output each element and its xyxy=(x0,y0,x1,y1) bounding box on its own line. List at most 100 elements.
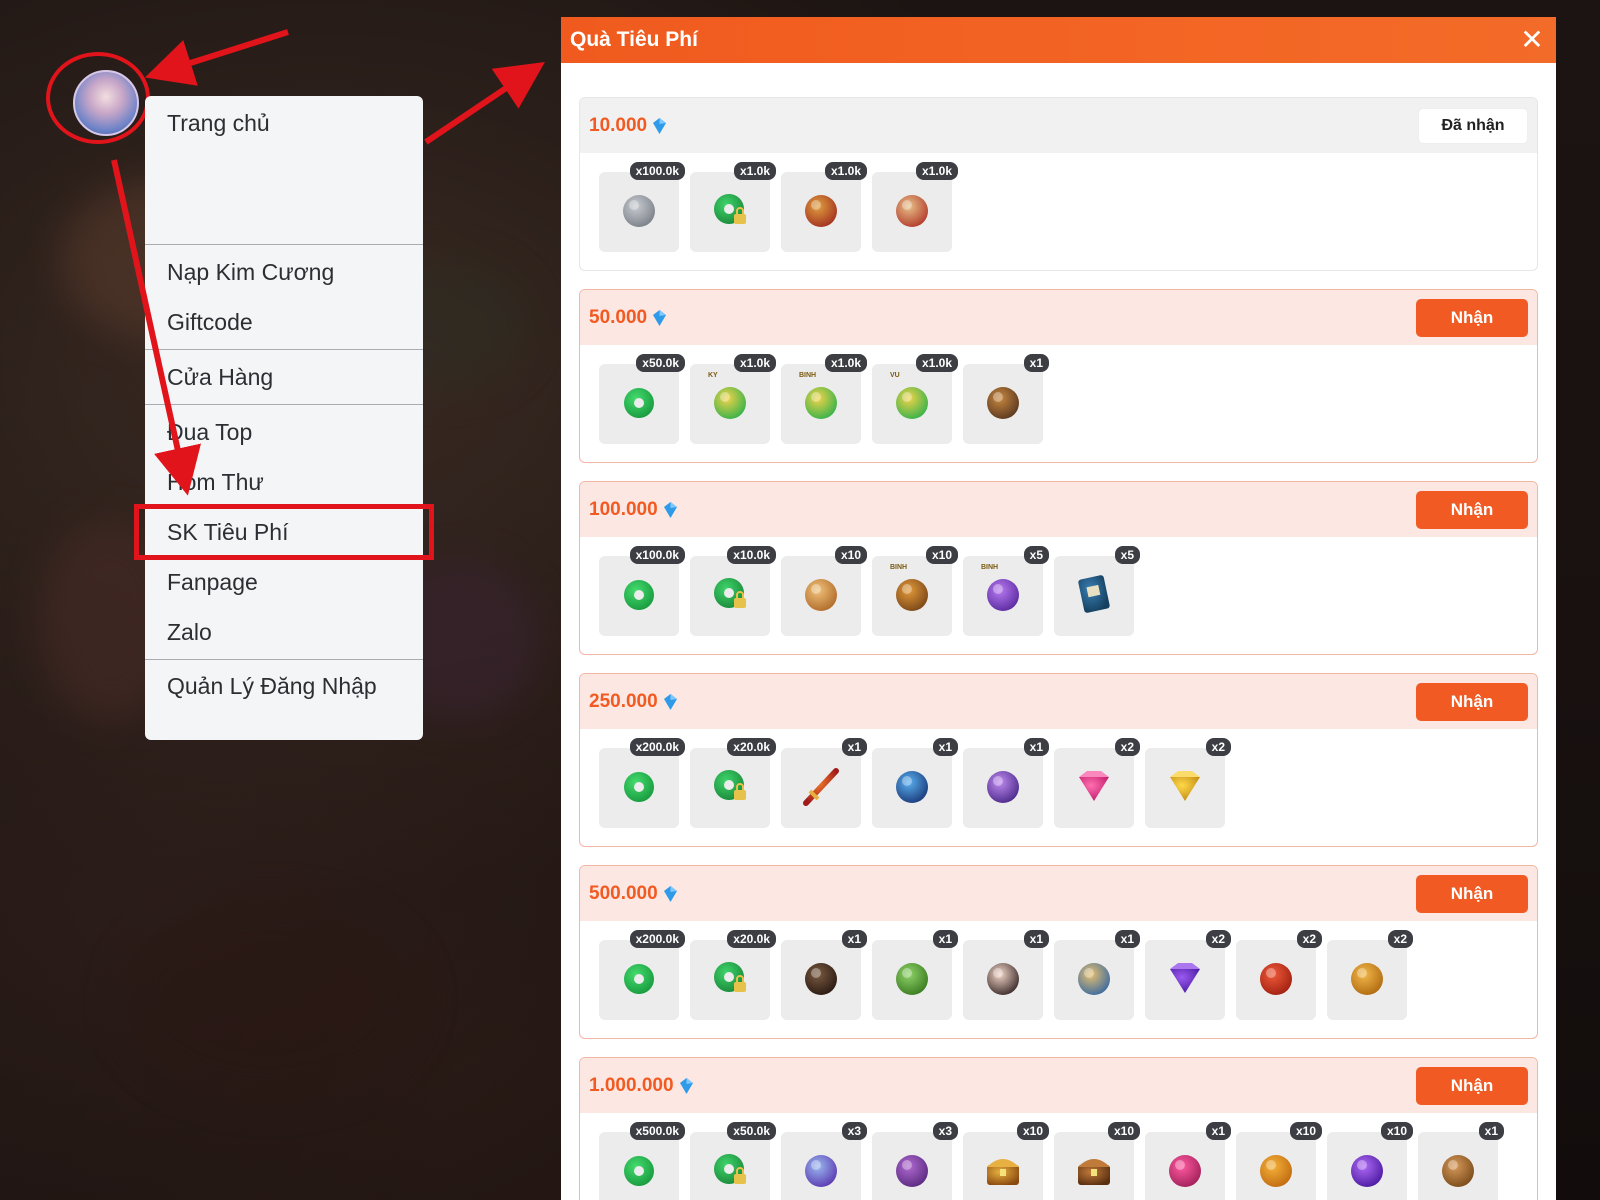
menu-item-shop[interactable]: Cửa Hàng xyxy=(145,352,423,402)
reward-item[interactable]: x50.0k xyxy=(599,354,685,444)
reward-item[interactable]: BINH x1.0k xyxy=(781,354,867,444)
jade-lock-icon xyxy=(707,763,753,814)
item-quantity-badge: x1 xyxy=(1478,1122,1504,1140)
menu-item-ranking[interactable]: Đua Top xyxy=(145,407,423,457)
tier-amount: 500.000 xyxy=(589,883,677,905)
menu-divider xyxy=(145,659,423,660)
panel-title: Quà Tiêu Phí xyxy=(570,28,698,51)
gold-chest-icon xyxy=(980,1147,1026,1198)
reward-item[interactable]: x10.0k xyxy=(690,546,776,636)
claim-button[interactable]: Nhận xyxy=(1416,682,1528,721)
claim-button[interactable]: Nhận xyxy=(1416,874,1528,913)
reward-item[interactable]: x2 xyxy=(1145,930,1231,1020)
item-quantity-badge: x10 xyxy=(1016,1122,1049,1140)
item-quantity-badge: x100.0k xyxy=(629,546,685,564)
menu-item-login-management[interactable]: Quản Lý Đăng Nhập xyxy=(145,662,423,708)
tier-amount-value: 250.000 xyxy=(589,690,658,712)
reward-item[interactable]: x10 xyxy=(1054,1122,1140,1200)
jade-ring-icon xyxy=(616,955,662,1006)
violet-fairy-icon xyxy=(980,763,1026,814)
pink-pouch-icon xyxy=(1162,1147,1208,1198)
menu-item-spending-event[interactable]: SK Tiêu Phí xyxy=(134,504,434,560)
reward-item[interactable]: x10 xyxy=(781,546,867,636)
purple-flower-icon xyxy=(889,1147,935,1198)
reward-item[interactable]: x10 xyxy=(1327,1122,1413,1200)
reward-item[interactable]: x1 xyxy=(1418,1122,1504,1200)
menu-item-zalo[interactable]: Zalo xyxy=(145,607,423,657)
item-quantity-badge: x50.0k xyxy=(636,354,685,372)
reward-item[interactable]: x1 xyxy=(781,738,867,828)
menu-item-mailbox[interactable]: Hòm Thư xyxy=(145,457,423,507)
reward-item[interactable]: x1 xyxy=(963,930,1049,1020)
claim-button[interactable]: Nhận xyxy=(1416,490,1528,529)
reward-item[interactable]: x3 xyxy=(781,1122,867,1200)
jade-ring-icon xyxy=(616,571,662,622)
menu-item-topup[interactable]: Nạp Kim Cương xyxy=(145,247,423,297)
reward-item[interactable]: x1 xyxy=(872,738,958,828)
menu-item-giftcode[interactable]: Giftcode xyxy=(145,297,423,347)
menu-item-home[interactable]: Trang chủ xyxy=(145,102,423,242)
item-tag: BINH xyxy=(890,564,908,571)
jade-ring-icon xyxy=(616,379,662,430)
tier-amount-value: 100.000 xyxy=(589,498,658,520)
reward-item[interactable]: x1 xyxy=(1145,1122,1231,1200)
reward-item[interactable]: x1 xyxy=(872,930,958,1020)
item-quantity-badge: x20.0k xyxy=(727,738,776,756)
reward-item[interactable]: x2 xyxy=(1327,930,1413,1020)
menu-divider xyxy=(145,404,423,405)
menu-item-fanpage[interactable]: Fanpage xyxy=(145,557,423,607)
reward-item[interactable]: VU x1.0k xyxy=(872,354,958,444)
item-quantity-badge: x1.0k xyxy=(824,162,867,180)
claim-button[interactable]: Nhận xyxy=(1416,298,1528,337)
reward-item[interactable]: x2 xyxy=(1236,930,1322,1020)
reward-item[interactable]: x500.0k xyxy=(599,1122,685,1200)
tier-amount: 250.000 xyxy=(589,691,677,713)
reward-item-list: x100.0k x10.0k x10 BINH x10 BINH x5 x5 xyxy=(580,537,1537,654)
wood-chest-icon xyxy=(1071,1147,1117,1198)
reward-item[interactable]: x1.0k xyxy=(781,162,867,252)
red-phoenix-icon xyxy=(1253,955,1299,1006)
reward-item[interactable]: x1 xyxy=(1054,930,1140,1020)
tier-amount-value: 10.000 xyxy=(589,114,648,136)
jade-lock-icon xyxy=(707,187,753,238)
item-quantity-badge: x1 xyxy=(1023,354,1049,372)
item-tag: VU xyxy=(890,372,900,379)
reward-item[interactable]: x200.0k xyxy=(599,930,685,1020)
claim-button[interactable]: Nhận xyxy=(1416,1066,1528,1105)
gold-seal-icon xyxy=(798,571,844,622)
item-quantity-badge: x5 xyxy=(1114,546,1140,564)
reward-item[interactable]: KY x1.0k xyxy=(690,354,776,444)
reward-item[interactable]: x5 xyxy=(1054,546,1140,636)
close-icon[interactable]: ✕ xyxy=(1518,26,1546,54)
item-quantity-badge: x1 xyxy=(841,738,867,756)
jade-ring-icon xyxy=(616,763,662,814)
flame-sword-icon xyxy=(798,763,844,814)
reward-item[interactable]: x100.0k xyxy=(599,162,685,252)
reward-item[interactable]: x20.0k xyxy=(690,930,776,1020)
reward-item[interactable]: BINH x5 xyxy=(963,546,1049,636)
reward-item[interactable]: BINH x10 xyxy=(872,546,958,636)
item-quantity-badge: x500.0k xyxy=(629,1122,685,1140)
tier-amount-value: 500.000 xyxy=(589,882,658,904)
reward-item[interactable]: x1 xyxy=(963,354,1049,444)
reward-item[interactable]: x20.0k xyxy=(690,738,776,828)
user-menu: Trang chủ Nạp Kim Cương Giftcode Cửa Hàn… xyxy=(134,96,434,740)
reward-item[interactable]: x3 xyxy=(872,1122,958,1200)
reward-item[interactable]: x200.0k xyxy=(599,738,685,828)
tier-amount: 50.000 xyxy=(589,307,667,329)
item-quantity-badge: x1 xyxy=(1023,930,1049,948)
reward-item[interactable]: x2 xyxy=(1145,738,1231,828)
reward-item[interactable]: x1 xyxy=(781,930,867,1020)
purple-gem-icon xyxy=(1162,955,1208,1006)
reward-item[interactable]: x50.0k xyxy=(690,1122,776,1200)
reward-item[interactable]: x10 xyxy=(963,1122,1049,1200)
reward-tier: 250.000 Nhận x200.0k x20.0k x1 x1 x1 x2 x2 xyxy=(579,673,1538,847)
reward-item[interactable]: x1 xyxy=(963,738,1049,828)
reward-item[interactable]: x10 xyxy=(1236,1122,1322,1200)
jade-ring-icon xyxy=(616,1147,662,1198)
reward-item[interactable]: x100.0k xyxy=(599,546,685,636)
reward-item[interactable]: x2 xyxy=(1054,738,1140,828)
reward-item[interactable]: x1.0k xyxy=(690,162,776,252)
reward-item[interactable]: x1.0k xyxy=(872,162,958,252)
arrow-to-avatar xyxy=(144,29,289,86)
